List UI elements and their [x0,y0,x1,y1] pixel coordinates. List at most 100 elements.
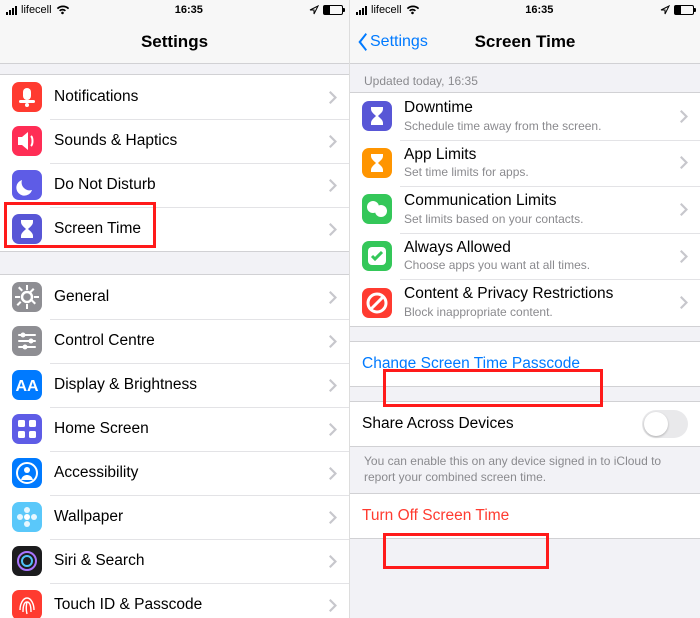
speaker-icon [12,126,42,156]
chevron-right-icon [329,291,337,304]
status-bar: lifecell 16:35 [0,0,349,20]
row-subtitle: Set time limits for apps. [404,165,674,180]
signal-icon [356,6,367,15]
row-subtitle: Block inappropriate content. [404,305,674,320]
settings-row-do-not-disturb[interactable]: Do Not Disturb [0,163,349,207]
row-label: App Limits [404,146,674,165]
battery-icon [323,5,343,15]
hourglass-icon [362,101,392,131]
location-icon [660,5,670,15]
turn-off-label: Turn Off Screen Time [362,507,688,526]
settings-row-home-screen[interactable]: Home Screen [0,407,349,451]
screen-time-screen: lifecell 16:35 Settings Screen Time Upda… [350,0,700,618]
row-label: Screen Time [54,220,323,239]
finger-icon [12,590,42,618]
sliders-icon [12,326,42,356]
row-label: Home Screen [54,420,323,439]
row-label: Do Not Disturb [54,176,323,195]
back-button[interactable]: Settings [356,20,428,63]
chevron-right-icon [680,250,688,263]
row-label: General [54,288,323,307]
moon-icon [12,170,42,200]
row-label: Control Centre [54,332,323,351]
person-icon [12,458,42,488]
settings-row-accessibility[interactable]: Accessibility [0,451,349,495]
settings-row-general[interactable]: General [0,275,349,319]
chevron-left-icon [356,33,368,51]
settings-row-wallpaper[interactable]: Wallpaper [0,495,349,539]
chevron-right-icon [329,599,337,612]
feature-row-communication-limits[interactable]: Communication LimitsSet limits based on … [350,186,700,233]
page-title: Settings [141,32,208,52]
hourglass-icon [12,214,42,244]
feature-row-content-privacy[interactable]: Content & Privacy RestrictionsBlock inap… [350,279,700,326]
share-label: Share Across Devices [362,415,642,434]
chevron-right-icon [329,423,337,436]
chevron-right-icon [329,511,337,524]
siri-icon [12,546,42,576]
bell-icon [12,82,42,112]
battery-icon [674,5,694,15]
change-screen-time-passcode[interactable]: Change Screen Time Passcode [350,342,700,386]
row-label: Display & Brightness [54,376,323,395]
chevron-right-icon [329,555,337,568]
settings-row-notifications[interactable]: Notifications [0,75,349,119]
settings-row-screen-time[interactable]: Screen Time [0,207,349,251]
settings-row-touch-id-passcode[interactable]: Touch ID & Passcode [0,583,349,618]
row-subtitle: Choose apps you want at all times. [404,258,674,273]
chevron-right-icon [680,156,688,169]
row-label: Wallpaper [54,508,323,527]
clock: 16:35 [175,4,203,16]
change-passcode-label: Change Screen Time Passcode [362,355,688,374]
row-label: Downtime [404,99,674,118]
carrier-label: lifecell [21,4,52,16]
nosign-icon [362,288,392,318]
row-label: Communication Limits [404,192,674,211]
chevron-right-icon [329,379,337,392]
chevron-right-icon [329,223,337,236]
chevron-right-icon [329,91,337,104]
settings-row-control-centre[interactable]: Control Centre [0,319,349,363]
updated-label: Updated today, 16:35 [350,64,700,92]
signal-icon [6,6,17,15]
hourglass-icon [362,148,392,178]
wifi-icon [406,5,419,15]
aa-icon: AA [12,370,42,400]
settings-row-sounds-haptics[interactable]: Sounds & Haptics [0,119,349,163]
feature-row-always-allowed[interactable]: Always AllowedChoose apps you want at al… [350,233,700,280]
chevron-right-icon [329,135,337,148]
back-label: Settings [370,33,428,51]
row-subtitle: Schedule time away from the screen. [404,119,674,134]
svg-text:AA: AA [15,378,39,395]
turn-off-screen-time[interactable]: Turn Off Screen Time [350,494,700,538]
check-icon [362,241,392,271]
chevron-right-icon [680,296,688,309]
status-bar: lifecell 16:35 [350,0,700,20]
gear-icon [12,282,42,312]
settings-row-display-brightness[interactable]: AA Display & Brightness [0,363,349,407]
chevron-right-icon [329,179,337,192]
navbar: Settings [0,20,349,64]
share-across-devices-row[interactable]: Share Across Devices [350,402,700,446]
row-label: Content & Privacy Restrictions [404,285,674,304]
chevron-right-icon [329,467,337,480]
chat-icon [362,194,392,224]
row-label: Always Allowed [404,239,674,258]
row-subtitle: Set limits based on your contacts. [404,212,674,227]
feature-row-downtime[interactable]: DowntimeSchedule time away from the scre… [350,93,700,140]
carrier-label: lifecell [371,4,402,16]
feature-row-app-limits[interactable]: App LimitsSet time limits for apps. [350,140,700,187]
row-label: Touch ID & Passcode [54,596,323,615]
chevron-right-icon [680,203,688,216]
settings-screen: lifecell 16:35 Settings NotificationsSou… [0,0,350,618]
row-label: Accessibility [54,464,323,483]
share-footer: You can enable this on any device signed… [350,447,700,493]
wifi-icon [56,5,69,15]
share-toggle[interactable] [642,410,688,438]
chevron-right-icon [680,110,688,123]
settings-row-siri-search[interactable]: Siri & Search [0,539,349,583]
grid-icon [12,414,42,444]
clock: 16:35 [525,4,553,16]
flower-icon [12,502,42,532]
chevron-right-icon [329,335,337,348]
